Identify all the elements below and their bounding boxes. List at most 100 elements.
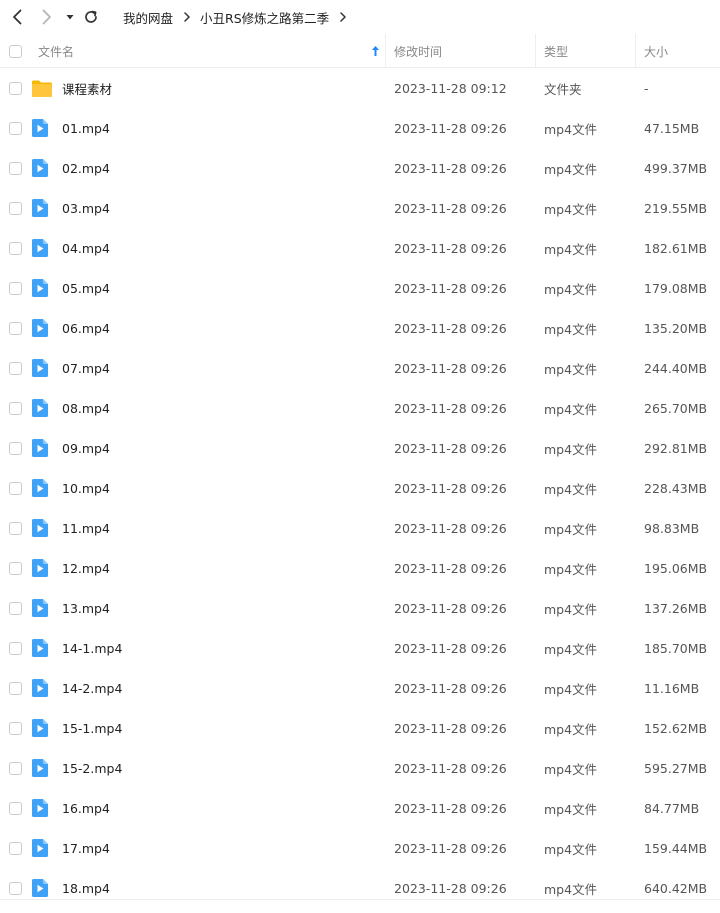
file-name[interactable]: 05.mp4 (62, 268, 110, 308)
file-row[interactable]: 09.mp4 2023-11-28 09:26 mp4文件 292.81MB (0, 428, 720, 468)
row-checkbox[interactable] (9, 321, 22, 335)
video-file-icon (31, 468, 49, 508)
file-name[interactable]: 15-2.mp4 (62, 748, 122, 788)
back-button[interactable] (9, 8, 27, 26)
file-name[interactable]: 16.mp4 (62, 788, 110, 828)
file-modified: 2023-11-28 09:26 (394, 520, 507, 536)
video-file-icon (31, 708, 49, 748)
file-name[interactable]: 14-1.mp4 (62, 628, 122, 668)
column-header-name[interactable]: 文件名 (38, 34, 384, 68)
row-checkbox[interactable] (9, 401, 22, 415)
select-all-checkbox[interactable] (9, 44, 22, 58)
row-checkbox-cell (9, 468, 22, 508)
file-name[interactable]: 09.mp4 (62, 428, 110, 468)
video-file-icon (31, 788, 49, 828)
breadcrumb-item-current[interactable]: 小丑RS修炼之路第二季 (200, 8, 329, 27)
row-checkbox[interactable] (9, 241, 22, 255)
file-row[interactable]: 17.mp4 2023-11-28 09:26 mp4文件 159.44MB (0, 828, 720, 868)
column-header-modified[interactable]: 修改时间 (394, 34, 442, 68)
file-size: 499.37MB (644, 160, 708, 176)
file-row[interactable]: 10.mp4 2023-11-28 09:26 mp4文件 228.43MB (0, 468, 720, 508)
file-modified: 2023-11-28 09:26 (394, 840, 507, 856)
row-checkbox[interactable] (9, 761, 22, 775)
file-row[interactable]: 14-2.mp4 2023-11-28 09:26 mp4文件 11.16MB (0, 668, 720, 708)
file-row[interactable]: 16.mp4 2023-11-28 09:26 mp4文件 84.77MB (0, 788, 720, 828)
file-type: mp4文件 (544, 721, 598, 737)
file-row[interactable]: 18.mp4 2023-11-28 09:26 mp4文件 640.42MB (0, 868, 720, 908)
row-checkbox[interactable] (9, 721, 22, 735)
row-checkbox[interactable] (9, 481, 22, 495)
file-row[interactable]: 13.mp4 2023-11-28 09:26 mp4文件 137.26MB (0, 588, 720, 628)
row-checkbox[interactable] (9, 561, 22, 575)
row-checkbox[interactable] (9, 201, 22, 215)
column-divider[interactable] (385, 34, 386, 68)
file-row[interactable]: 06.mp4 2023-11-28 09:26 mp4文件 135.20MB (0, 308, 720, 348)
file-row[interactable]: 01.mp4 2023-11-28 09:26 mp4文件 47.15MB (0, 108, 720, 148)
video-file-icon (31, 508, 49, 548)
video-file-icon (31, 828, 49, 868)
row-checkbox-cell (9, 748, 22, 788)
row-checkbox[interactable] (9, 281, 22, 295)
file-name[interactable]: 02.mp4 (62, 148, 110, 188)
file-name[interactable]: 07.mp4 (62, 348, 110, 388)
file-name[interactable]: 10.mp4 (62, 468, 110, 508)
row-checkbox[interactable] (9, 801, 22, 815)
breadcrumb-expand-icon[interactable] (339, 12, 347, 22)
file-name[interactable]: 12.mp4 (62, 548, 110, 588)
column-divider[interactable] (635, 34, 636, 68)
row-checkbox[interactable] (9, 121, 22, 135)
file-row[interactable]: 03.mp4 2023-11-28 09:26 mp4文件 219.55MB (0, 188, 720, 228)
forward-button[interactable] (37, 8, 55, 26)
file-name[interactable]: 18.mp4 (62, 868, 110, 908)
row-checkbox[interactable] (9, 521, 22, 535)
row-checkbox[interactable] (9, 361, 22, 375)
file-modified: 2023-11-28 09:12 (394, 80, 507, 96)
file-row[interactable]: 15-2.mp4 2023-11-28 09:26 mp4文件 595.27MB (0, 748, 720, 788)
file-row[interactable]: 12.mp4 2023-11-28 09:26 mp4文件 195.06MB (0, 548, 720, 588)
file-type: mp4文件 (544, 601, 598, 617)
breadcrumb-separator-icon (183, 12, 191, 22)
row-checkbox[interactable] (9, 441, 22, 455)
file-name[interactable]: 15-1.mp4 (62, 708, 122, 748)
row-checkbox[interactable] (9, 161, 22, 175)
file-modified: 2023-11-28 09:26 (394, 720, 507, 736)
column-header-type[interactable]: 类型 (544, 34, 568, 68)
file-name[interactable]: 08.mp4 (62, 388, 110, 428)
file-name[interactable]: 课程素材 (62, 68, 112, 108)
file-row[interactable]: 15-1.mp4 2023-11-28 09:26 mp4文件 152.62MB (0, 708, 720, 748)
file-name[interactable]: 03.mp4 (62, 188, 110, 228)
file-row[interactable]: 05.mp4 2023-11-28 09:26 mp4文件 179.08MB (0, 268, 720, 308)
column-divider[interactable] (535, 34, 536, 68)
refresh-button[interactable] (82, 8, 100, 26)
row-checkbox-cell (9, 308, 22, 348)
row-checkbox[interactable] (9, 81, 22, 95)
file-row[interactable]: 08.mp4 2023-11-28 09:26 mp4文件 265.70MB (0, 388, 720, 428)
file-name[interactable]: 11.mp4 (62, 508, 110, 548)
file-name[interactable]: 01.mp4 (62, 108, 110, 148)
row-checkbox[interactable] (9, 601, 22, 615)
breadcrumb-item-root[interactable]: 我的网盘 (123, 8, 173, 27)
file-modified: 2023-11-28 09:26 (394, 240, 507, 256)
history-dropdown-button[interactable] (63, 8, 77, 26)
column-header-size[interactable]: 大小 (644, 34, 668, 68)
file-name[interactable]: 14-2.mp4 (62, 668, 122, 708)
file-size: 185.70MB (644, 640, 708, 656)
row-checkbox[interactable] (9, 681, 22, 695)
video-file-icon (31, 308, 49, 348)
file-row[interactable]: 02.mp4 2023-11-28 09:26 mp4文件 499.37MB (0, 148, 720, 188)
file-row-folder[interactable]: 课程素材 2023-11-28 09:12 文件夹 - (0, 68, 720, 108)
video-file-icon (31, 388, 49, 428)
file-row[interactable]: 14-1.mp4 2023-11-28 09:26 mp4文件 185.70MB (0, 628, 720, 668)
file-name[interactable]: 13.mp4 (62, 588, 110, 628)
row-checkbox[interactable] (9, 841, 22, 855)
file-row[interactable]: 11.mp4 2023-11-28 09:26 mp4文件 98.83MB (0, 508, 720, 548)
file-name[interactable]: 17.mp4 (62, 828, 110, 868)
file-name[interactable]: 04.mp4 (62, 228, 110, 268)
file-row[interactable]: 07.mp4 2023-11-28 09:26 mp4文件 244.40MB (0, 348, 720, 388)
navigation-toolbar: 我的网盘 小丑RS修炼之路第二季 (0, 0, 720, 34)
file-name[interactable]: 06.mp4 (62, 308, 110, 348)
row-checkbox[interactable] (9, 641, 22, 655)
file-row[interactable]: 04.mp4 2023-11-28 09:26 mp4文件 182.61MB (0, 228, 720, 268)
file-modified: 2023-11-28 09:26 (394, 760, 507, 776)
row-checkbox[interactable] (9, 881, 22, 895)
